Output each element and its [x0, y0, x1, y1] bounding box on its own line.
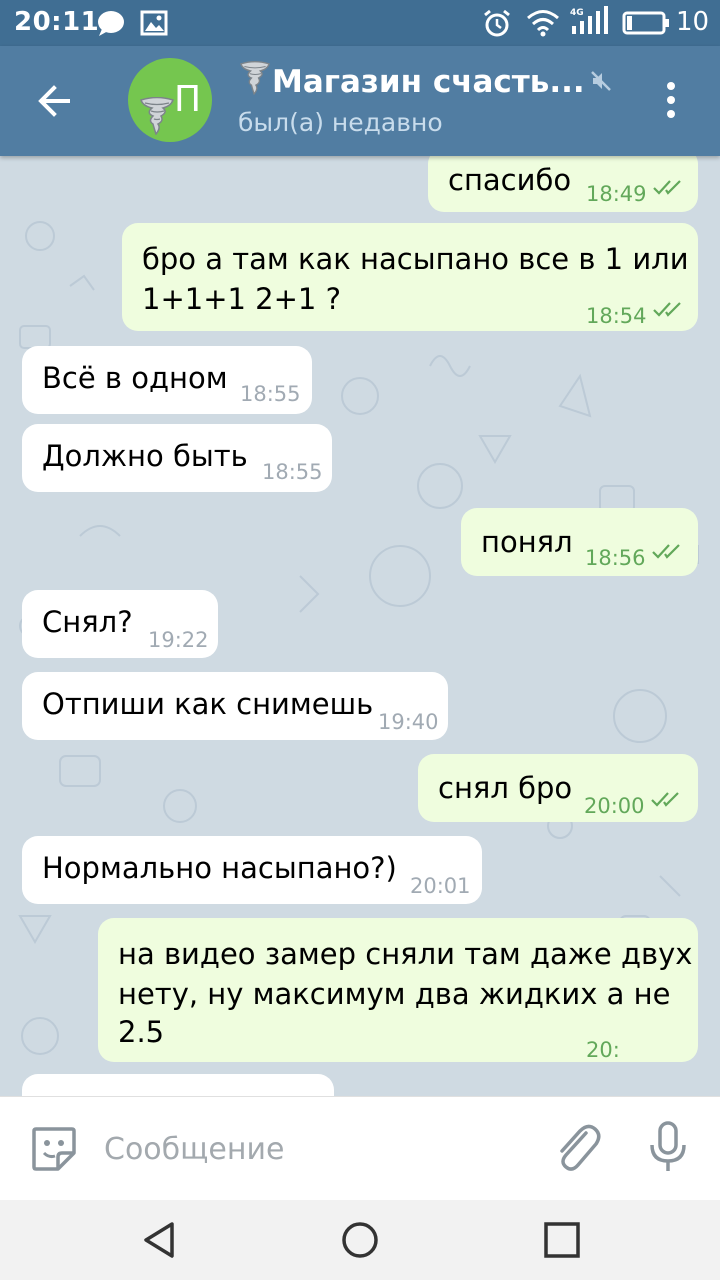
message-text-line-2: нету, ну максимум два жидких а не: [118, 977, 671, 1011]
status-bar: 20:11 4G 10: [0, 0, 720, 46]
message-bubble-outgoing[interactable]: снял бро 20:00: [418, 754, 698, 822]
paperclip-icon: [560, 1124, 601, 1171]
status-time: 20:11: [14, 7, 100, 37]
microphone-button[interactable]: [646, 1119, 690, 1179]
message-time: 19:22: [148, 628, 209, 652]
square-recents-icon: [544, 1222, 580, 1258]
message-bubble-incoming[interactable]: Отпиши как снимешь 19:40: [22, 672, 448, 740]
system-navigation-bar: [0, 1200, 720, 1280]
nav-back-button[interactable]: [140, 1220, 180, 1260]
nav-home-button[interactable]: [340, 1220, 380, 1260]
message-composer: [0, 1096, 720, 1200]
message-time: 20:: [586, 1038, 620, 1062]
double-check-icon: [652, 544, 680, 559]
chat-title[interactable]: Магазин счасть...: [240, 60, 600, 104]
message-bubble-incoming[interactable]: Должно быть 18:55: [22, 424, 332, 492]
chat-header: П Магазин счасть... был(а) недавно: [0, 46, 720, 156]
attach-button[interactable]: [552, 1119, 602, 1179]
muted-icon: [590, 70, 612, 96]
sticker-icon: [32, 1127, 76, 1171]
message-text: на видео замер сняли там даже двух: [118, 937, 693, 971]
message-time: 20:01: [410, 874, 471, 898]
message-bubble-outgoing[interactable]: понял 18:56: [461, 508, 698, 576]
alarm-icon: [482, 9, 512, 43]
message-bubble-incoming[interactable]: Всё в одном 18:55: [22, 346, 312, 414]
message-bubble-incoming[interactable]: [22, 1074, 334, 1096]
message-text-line-2: 1+1+1 2+1 ?: [142, 282, 341, 316]
double-check-icon: [651, 792, 679, 807]
microphone-icon: [650, 1121, 686, 1171]
message-text: Должно быть: [42, 439, 248, 473]
back-button[interactable]: [30, 76, 80, 126]
sticker-button[interactable]: [28, 1123, 80, 1179]
svg-text:4G: 4G: [570, 8, 584, 18]
message-time: 19:40: [378, 710, 439, 734]
message-text: Снял?: [42, 605, 133, 639]
message-time: 18:55: [262, 460, 323, 484]
tornado-icon: [140, 82, 174, 166]
message-text: снял бро: [438, 771, 573, 805]
battery-level: 10: [676, 7, 710, 37]
more-vertical-icon: [667, 82, 675, 118]
double-check-icon: [653, 180, 681, 195]
double-check-icon: [653, 302, 681, 317]
triangle-back-icon: [144, 1222, 174, 1258]
circle-home-icon: [342, 1222, 378, 1258]
image-notification-icon: [140, 9, 168, 41]
more-menu-button[interactable]: [656, 78, 686, 122]
message-text: спасибо: [448, 163, 572, 197]
chat-title-text: Магазин счасть...: [272, 64, 585, 100]
message-time: 18:49: [586, 182, 647, 206]
message-time: 18:55: [240, 382, 301, 406]
chat-status: был(а) недавно: [238, 108, 443, 137]
message-text: понял: [481, 525, 573, 559]
message-input[interactable]: [104, 1121, 524, 1177]
battery-icon: [622, 11, 670, 39]
message-text: бро а там как насыпано все в 1 или: [142, 242, 689, 276]
message-text: Нормально насыпано?): [42, 851, 397, 885]
message-bubble-incoming[interactable]: Снял? 19:22: [22, 590, 218, 658]
nav-recents-button[interactable]: [542, 1220, 582, 1260]
chat-message-list[interactable]: спасибо 18:49 бро а там как насыпано все…: [0, 156, 720, 1096]
avatar-initial: П: [174, 79, 202, 120]
message-bubble-incoming[interactable]: Нормально насыпано?) 20:01: [22, 836, 482, 904]
message-text-line-3: 2.5: [118, 1015, 165, 1049]
signal-icon: 4G: [568, 6, 612, 42]
tornado-icon: [240, 60, 270, 104]
message-bubble-outgoing[interactable]: бро а там как насыпано все в 1 или 1+1+1…: [122, 223, 698, 331]
message-text: Всё в одном: [42, 361, 228, 395]
arrow-left-icon: [38, 85, 70, 117]
avatar[interactable]: П: [128, 58, 212, 142]
wifi-icon: [526, 9, 560, 41]
message-time: 18:54: [586, 304, 647, 328]
message-time: 18:56: [585, 546, 646, 570]
message-time: 20:00: [584, 794, 645, 818]
message-bubble-outgoing[interactable]: спасибо 18:49: [428, 156, 698, 212]
chat-notification-icon: [96, 9, 126, 41]
message-text: Отпиши как снимешь: [42, 687, 374, 721]
message-bubble-outgoing[interactable]: на видео замер сняли там даже двух нету,…: [98, 918, 698, 1062]
